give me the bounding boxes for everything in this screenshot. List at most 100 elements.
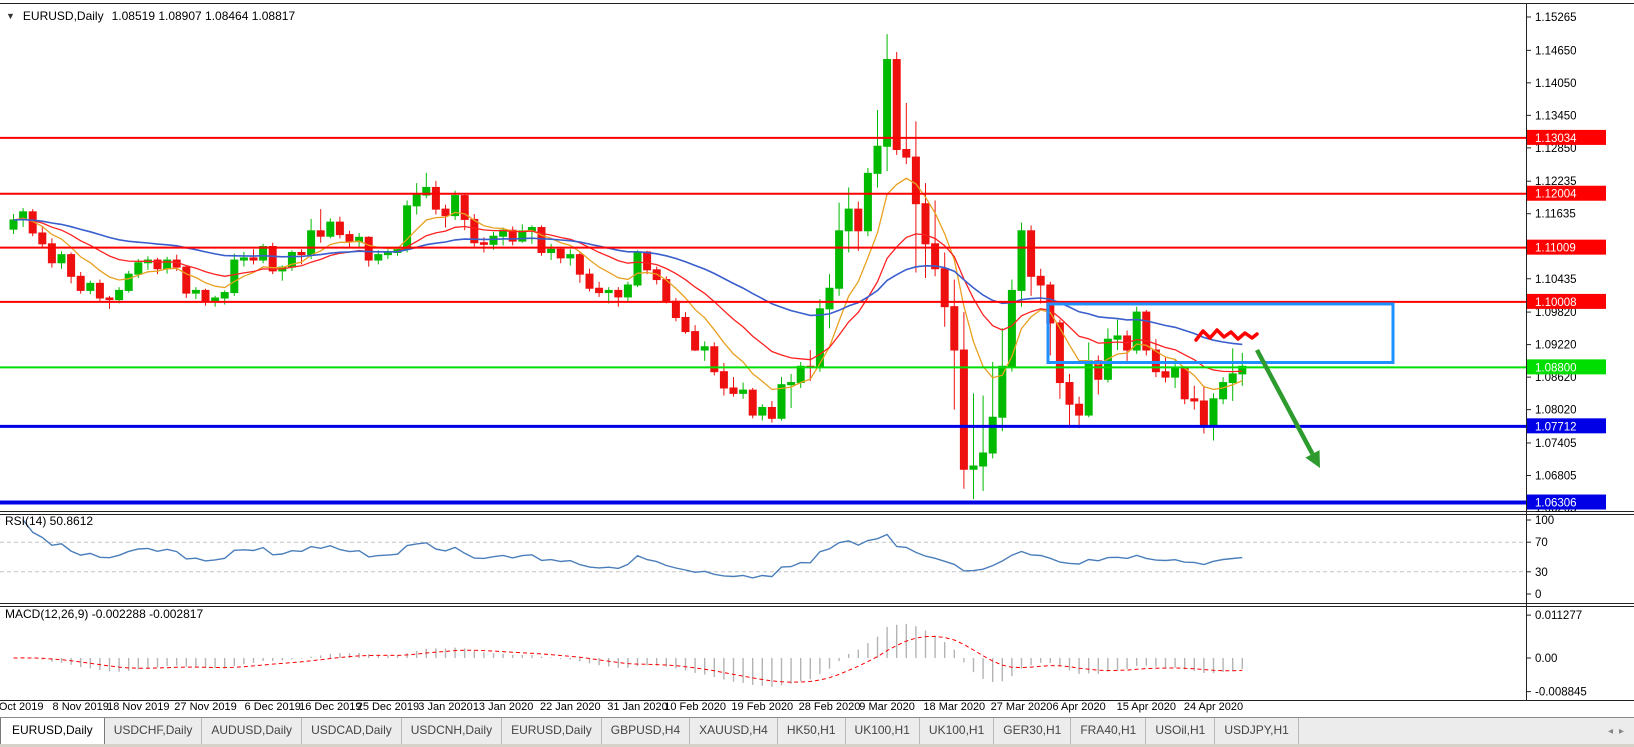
date-label: 3 Jan 2020 [418, 701, 472, 713]
candle-body [615, 290, 622, 297]
candle-body [692, 332, 699, 350]
candle-body [596, 288, 603, 292]
rsi-line [23, 520, 1242, 578]
macd-tick-label: 0.011277 [1535, 610, 1582, 622]
date-label: 28 Feb 2020 [799, 701, 861, 713]
candle-body [624, 285, 631, 297]
macd-tick-label: -0.008845 [1535, 687, 1587, 699]
candle-body [519, 231, 526, 241]
date-label: 13 Jan 2020 [473, 701, 534, 713]
candle-body [125, 274, 132, 290]
candle-body [250, 258, 257, 260]
candle-body [336, 222, 343, 234]
candle-body [1066, 383, 1073, 405]
tab-bar: EURUSD,DailyUSDCHF,DailyAUDUSD,DailyUSDC… [0, 717, 1634, 745]
candle-body [922, 204, 929, 244]
price-tick-label: 1.08020 [1535, 405, 1577, 417]
candle-body [1085, 361, 1092, 415]
candle-body [970, 466, 977, 469]
date-label: 27 Nov 2019 [174, 701, 236, 713]
candle-body [231, 260, 238, 293]
price-badge-label: 1.11009 [1535, 243, 1576, 255]
price-tick-label: 1.13450 [1535, 110, 1577, 122]
chart-tab-fra40-h1[interactable]: FRA40,H1 [1071, 718, 1146, 745]
chart-header: ▼ EURUSD,Daily 1.08519 1.08907 1.08464 1… [6, 9, 295, 23]
chart-tab-gbpusd-h4[interactable]: GBPUSD,H4 [602, 718, 690, 745]
candle-body [778, 385, 785, 419]
chart-tab-usdjpy-h1[interactable]: USDJPY,H1 [1215, 718, 1298, 745]
rsi-tick-label: 70 [1535, 537, 1548, 549]
candle-body [1229, 374, 1236, 383]
date-label: 18 Mar 2020 [923, 701, 985, 713]
candle-body [106, 298, 113, 300]
date-label: 22 Jan 2020 [540, 701, 601, 713]
candle-body [980, 453, 987, 466]
candle-body [788, 383, 795, 385]
date-axis: 30 Oct 20198 Nov 201918 Nov 201927 Nov 2… [0, 700, 1634, 716]
chart-tab-uk100-h1[interactable]: UK100,H1 [920, 718, 994, 745]
candle-body [192, 290, 199, 293]
chart-tab-usdcad-daily[interactable]: USDCAD,Daily [302, 718, 402, 745]
price-badge-label: 1.13034 [1535, 133, 1577, 145]
candle-body [1114, 336, 1121, 339]
candle-body [10, 220, 17, 229]
candle-body [135, 263, 142, 274]
candle-body [605, 290, 612, 292]
candle-body [413, 195, 420, 206]
candle-body [1037, 276, 1044, 285]
chart-tab-uk100-h1[interactable]: UK100,H1 [846, 718, 920, 745]
candle-body [557, 249, 564, 258]
date-label: 25 Dec 2019 [357, 701, 419, 713]
tab-scroll-right-icon[interactable]: ▸ [1619, 726, 1624, 737]
chart-tab-hk50-h1[interactable]: HK50,H1 [778, 718, 846, 745]
candle-body [548, 249, 555, 252]
chart-tab-usdchf-daily[interactable]: USDCHF,Daily [105, 718, 203, 745]
candle-body [183, 267, 190, 293]
price-chart-canvas[interactable]: 1.152651.146501.140501.134501.128501.122… [0, 0, 1634, 747]
chart-tab-usdcnh-daily[interactable]: USDCNH,Daily [402, 718, 502, 745]
candle-body [1181, 368, 1188, 398]
candle-body [682, 318, 689, 332]
chart-tab-eurusd-daily[interactable]: EURUSD,Daily [502, 718, 602, 745]
candle-body [1220, 383, 1227, 399]
candle-body [240, 258, 247, 260]
candle-body [576, 255, 583, 275]
candle-body [490, 236, 497, 244]
candle-body [644, 252, 651, 270]
candle-body [365, 237, 372, 260]
rsi-indicator-label: RSI(14) 50.8612 [5, 514, 93, 528]
price-tick-label: 1.11635 [1535, 209, 1576, 221]
candle-body [903, 150, 910, 158]
candle-body [1076, 404, 1083, 415]
date-label: 30 Oct 2019 [0, 701, 43, 713]
candle-body [375, 255, 382, 260]
candle-body [845, 209, 852, 231]
candle-body [749, 390, 756, 415]
candle-body [701, 347, 708, 350]
chart-tab-eurusd-daily[interactable]: EURUSD,Daily [0, 718, 105, 745]
candle-body [720, 372, 727, 388]
price-tick-label: 1.09220 [1535, 340, 1577, 352]
candle-body [404, 206, 411, 249]
date-label: 16 Dec 2019 [299, 701, 361, 713]
price-badge-label: 1.12004 [1535, 189, 1577, 201]
symbol-title: EURUSD,Daily [23, 9, 104, 23]
candle-body [768, 407, 775, 418]
tab-scroll-left-icon[interactable]: ◂ [1608, 726, 1613, 737]
candle-body [1200, 401, 1207, 426]
chart-tab-ger30-h1[interactable]: GER30,H1 [994, 718, 1071, 745]
chart-tab-xauusd-h4[interactable]: XAUUSD,H4 [690, 718, 778, 745]
candle-body [346, 235, 353, 242]
down-arrow-shaft[interactable] [1257, 350, 1312, 454]
chart-tab-usoil-h1[interactable]: USOil,H1 [1146, 718, 1215, 745]
tab-scroll-controls: ◂▸ [1598, 718, 1634, 745]
candle-body [1028, 231, 1035, 277]
collapse-triangle-icon[interactable]: ▼ [6, 11, 15, 21]
chart-tab-audusd-daily[interactable]: AUDUSD,Daily [202, 718, 302, 745]
candle-body [672, 301, 679, 317]
candle-body [221, 293, 228, 298]
date-label: 8 Nov 2019 [53, 701, 109, 713]
candle-body [884, 60, 891, 147]
candle-body [327, 222, 334, 236]
candle-body [77, 276, 84, 290]
